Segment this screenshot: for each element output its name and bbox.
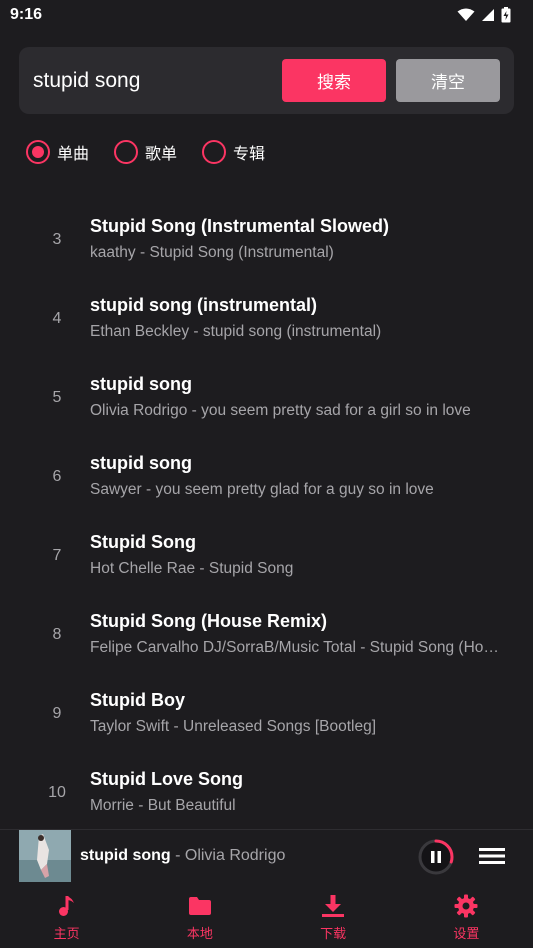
song-artist-album: Taylor Swift - Unreleased Songs [Bootleg… (90, 718, 377, 735)
tab-label: 下载 (320, 926, 347, 942)
radio-button-checked[interactable] (26, 140, 50, 164)
tab-label: 主页 (53, 926, 80, 942)
wifi-icon (457, 8, 475, 21)
song-artist-album: kaathy - Stupid Song (Instrumental) (90, 244, 334, 261)
song-list-item[interactable]: 9 Stupid Boy Taylor Swift - Unreleased S… (0, 674, 533, 753)
search-button[interactable]: 搜索 (282, 59, 386, 102)
song-title: Stupid Love Song (90, 769, 243, 789)
song-index: 10 (48, 784, 66, 801)
song-artist-album: Hot Chelle Rae - Stupid Song (90, 560, 294, 577)
now-playing-text: stupid song - Olivia Rodrigo (80, 830, 285, 882)
song-list-item[interactable]: 5 stupid song Olivia Rodrigo - you seem … (0, 358, 533, 437)
song-list-item[interactable]: 7 Stupid Song Hot Chelle Rae - Stupid So… (0, 516, 533, 595)
battery-charging-icon (501, 7, 511, 23)
clear-button[interactable]: 清空 (396, 59, 500, 102)
radio-button[interactable] (114, 140, 139, 164)
song-index: 9 (52, 705, 62, 722)
tab-settings[interactable]: 设置 (400, 884, 533, 948)
album-cover-image (19, 830, 71, 882)
download-icon (322, 894, 345, 917)
folder-icon (188, 896, 211, 915)
tab-download[interactable]: 下载 (267, 884, 400, 948)
song-index: 7 (52, 547, 62, 564)
search-input[interactable] (33, 47, 283, 114)
play-pause-button[interactable] (417, 838, 455, 876)
song-title: stupid song (instrumental) (90, 295, 317, 315)
song-list-item[interactable]: 10 Stupid Love Song Morrie - But Beautif… (0, 753, 533, 828)
song-list: 3 Stupid Song (Instrumental Slowed) kaat… (0, 200, 533, 828)
song-list-item[interactable]: 6 stupid song Sawyer - you seem pretty g… (0, 437, 533, 516)
song-artist-album: Morrie - But Beautiful (90, 797, 236, 814)
radio-option-playlist[interactable]: 歌单 (114, 140, 177, 164)
song-index: 6 (52, 468, 62, 485)
progress-ring (418, 839, 454, 875)
status-bar: 9:16 (0, 0, 533, 30)
song-list-item[interactable]: 8 Stupid Song (House Remix) Felipe Carva… (0, 595, 533, 674)
song-title: Stupid Song (House Remix) (90, 611, 328, 631)
status-icons (457, 7, 511, 23)
radio-option-album[interactable]: 专辑 (202, 140, 265, 164)
tab-label: 本地 (186, 926, 213, 942)
menu-icon (479, 848, 505, 864)
bottom-tab-bar: 主页 本地 下载 设置 (0, 884, 533, 948)
radio-button[interactable] (202, 140, 227, 164)
tab-local[interactable]: 本地 (133, 884, 266, 948)
now-playing-title: stupid song (80, 847, 171, 864)
song-index: 4 (52, 310, 62, 327)
song-index: 5 (52, 389, 62, 406)
tab-label: 设置 (453, 926, 480, 942)
song-artist-album: Felipe Carvalho DJ/SorraB/Music Total - … (90, 639, 503, 656)
radio-label: 单曲 (57, 144, 90, 163)
cellular-signal-icon (482, 9, 494, 21)
music-note-icon (58, 895, 74, 916)
tab-home[interactable]: 主页 (0, 884, 133, 948)
playlist-menu-button[interactable] (478, 842, 506, 870)
song-index: 3 (52, 231, 62, 248)
song-artist-album: Olivia Rodrigo - you seem pretty sad for… (90, 402, 471, 419)
song-title: Stupid Song (Instrumental Slowed) (90, 216, 389, 236)
song-artist-album: Ethan Beckley - stupid song (instrumenta… (90, 323, 382, 340)
song-index: 8 (52, 626, 62, 643)
status-time: 9:16 (10, 6, 43, 23)
radio-option-single[interactable]: 单曲 (26, 140, 89, 164)
now-playing-artist: Olivia Rodrigo (184, 847, 286, 864)
radio-label: 专辑 (233, 144, 266, 163)
now-playing-bar[interactable]: stupid song - Olivia Rodrigo (0, 829, 533, 884)
song-title: stupid song (90, 453, 192, 473)
song-artist-album: Sawyer - you seem pretty glad for a guy … (90, 481, 434, 498)
radio-label: 歌单 (145, 144, 178, 163)
song-list-item[interactable]: 3 Stupid Song (Instrumental Slowed) kaat… (0, 200, 533, 279)
now-playing-separator: - (170, 847, 185, 864)
song-list-item[interactable]: 4 stupid song (instrumental) Ethan Beckl… (0, 279, 533, 358)
search-type-filter: 单曲 歌单 专辑 (26, 139, 290, 165)
song-title: Stupid Boy (90, 690, 185, 710)
song-title: Stupid Song (90, 532, 196, 552)
search-card: 搜索 清空 (19, 47, 514, 114)
song-title: stupid song (90, 374, 192, 394)
gear-icon (454, 894, 478, 917)
album-cover-art[interactable] (19, 830, 71, 882)
